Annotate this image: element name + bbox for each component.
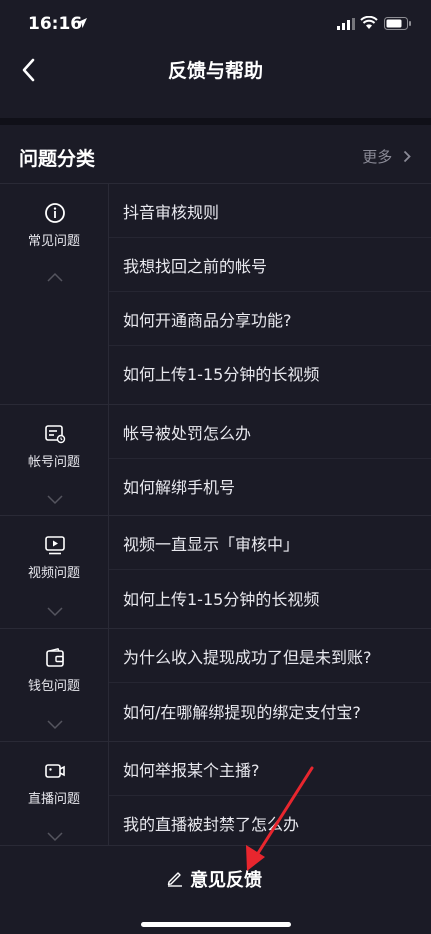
wallet-icon [46,647,64,667]
question-text: 如何举报某个主播? [123,761,260,780]
category-account: 帐号问题 帐号被处罚怎么办 如何解绑手机号 [0,405,431,516]
question-text: 如何上传1-15分钟的长视频 [123,365,320,384]
question-text: 视频一直显示「审核中」 [123,535,300,554]
category-tab-account[interactable]: 帐号问题 [0,405,109,515]
category-label: 钱包问题 [27,679,80,694]
question-item[interactable]: 如何解绑手机号 [109,459,431,512]
category-tab-wallet[interactable]: 钱包问题 [0,629,109,741]
question-text: 抖音审核规则 [123,203,220,222]
category-label: 常见问题 [27,234,80,249]
question-item[interactable]: 我想找回之前的帐号 [109,238,431,292]
question-item[interactable]: 如何上传1-15分钟的长视频 [109,571,431,624]
chevron-down-icon[interactable] [47,495,63,505]
category-common: 常见问题 抖音审核规则 我想找回之前的帐号 如何开通商品分享功能? 如何上传1-… [0,184,431,405]
question-item[interactable]: 视频一直显示「审核中」 [109,516,431,570]
nav-bar: 反馈与帮助 [0,48,431,118]
question-text: 如何解绑手机号 [123,478,236,497]
home-indicator [141,922,291,927]
feedback-label: 意见反馈 [190,870,262,891]
question-item[interactable]: 帐号被处罚怎么办 [109,405,431,459]
page-title: 反馈与帮助 [167,60,263,82]
chevron-down-icon[interactable] [47,607,63,617]
info-icon [45,203,65,223]
chevron-down-icon[interactable] [47,720,63,730]
category-wallet: 钱包问题 为什么收入提现成功了但是未到账? 如何/在哪解绑提现的绑定支付宝? [0,629,431,742]
category-label: 视频问题 [27,566,80,581]
question-item[interactable]: 如何/在哪解绑提现的绑定支付宝? [109,684,431,737]
category-tab-video[interactable]: 视频问题 [0,516,109,628]
question-text: 帐号被处罚怎么办 [123,424,252,443]
chevron-right-icon [403,150,411,163]
more-link[interactable]: 更多 [362,146,411,167]
question-item[interactable]: 如何举报某个主播? [109,742,431,796]
question-text: 如何上传1-15分钟的长视频 [123,590,320,609]
question-text: 我的直播被封禁了怎么办 [123,815,300,834]
location-arrow-icon [77,18,87,28]
feedback-button[interactable]: 意见反馈 [160,860,280,894]
question-item[interactable]: 我的直播被封禁了怎么办 [109,796,431,849]
section-title: 问题分类 [19,148,96,170]
question-item[interactable]: 如何上传1-15分钟的长视频 [109,346,431,399]
category-live: 直播问题 如何举报某个主播? 我的直播被封禁了怎么办 [0,742,431,845]
video-play-icon [45,536,65,555]
question-text: 我想找回之前的帐号 [123,257,268,276]
battery-icon [384,17,411,30]
wifi-icon [360,16,378,29]
account-card-icon [45,425,66,444]
live-camera-icon [45,764,65,778]
chevron-up-icon[interactable] [47,272,63,282]
question-item[interactable]: 为什么收入提现成功了但是未到账? [109,629,431,683]
category-label: 直播问题 [27,792,80,807]
status-time: 16:16 [28,14,83,34]
category-label: 帐号问题 [27,455,80,470]
pencil-icon [167,872,182,887]
category-tab-common[interactable]: 常见问题 [0,184,109,404]
question-item[interactable]: 如何开通商品分享功能? [109,292,431,346]
question-text: 如何开通商品分享功能? [123,311,292,330]
category-video: 视频问题 视频一直显示「审核中」 如何上传1-15分钟的长视频 [0,516,431,629]
question-text: 为什么收入提现成功了但是未到账? [123,648,372,667]
category-tab-live[interactable]: 直播问题 [0,742,109,845]
chevron-down-icon[interactable] [47,832,63,842]
status-bar: 16:16 [0,0,431,48]
section-header: 问题分类 更多 [0,125,431,184]
question-text: 如何/在哪解绑提现的绑定支付宝? [123,703,361,722]
nav-divider [0,118,431,125]
cell-signal-icon [337,18,355,30]
more-link-label: 更多 [362,148,393,166]
question-item[interactable]: 抖音审核规则 [109,184,431,238]
bottom-bar: 意见反馈 [0,845,431,934]
